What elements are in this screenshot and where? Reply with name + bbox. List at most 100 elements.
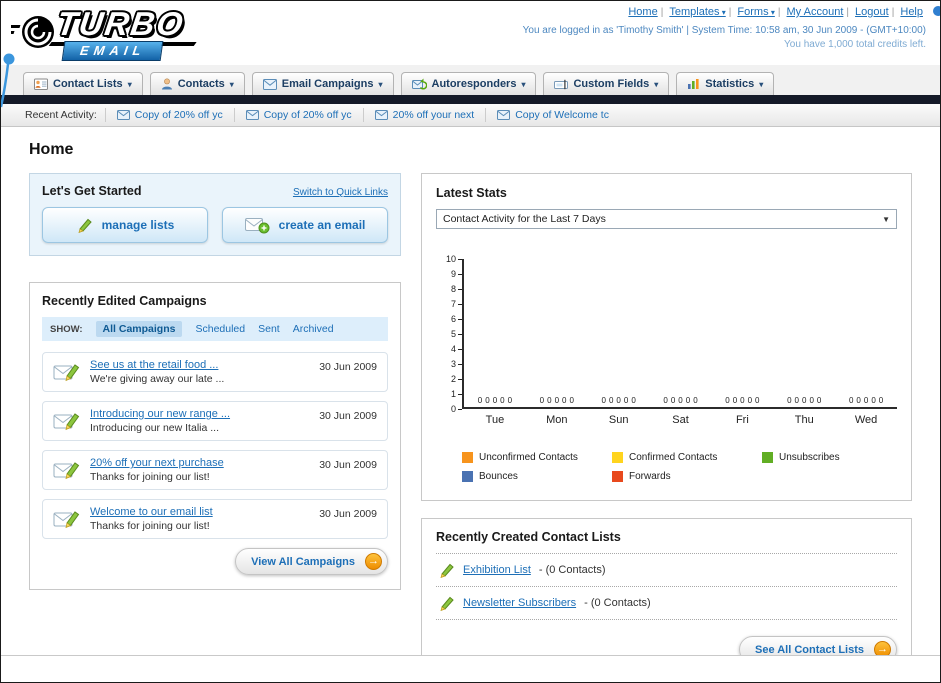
- recent-activity-bar: Recent Activity: Copy of 20% off yc Copy…: [1, 104, 940, 127]
- chart-y-axis: 0 1 2 3 4 5 6 7 8 9 10: [442, 254, 462, 414]
- top-link-templates[interactable]: Templates: [669, 6, 725, 18]
- get-started-title: Let's Get Started: [42, 184, 142, 198]
- tab-label: Contact Lists: [53, 78, 123, 90]
- app-logo[interactable]: TURBO EMAIL: [11, 5, 261, 63]
- manage-lists-button[interactable]: manage lists: [42, 207, 208, 243]
- top-link-home[interactable]: Home: [628, 6, 657, 18]
- chart-legend: Unconfirmed Contacts Confirmed Contacts Un…: [462, 452, 922, 482]
- tab-statistics[interactable]: Statistics ▾: [676, 72, 775, 95]
- legend-item: Confirmed Contacts: [612, 452, 762, 463]
- top-link-help[interactable]: Help: [900, 6, 923, 18]
- recent-activity-item[interactable]: 20% off your next: [362, 108, 486, 122]
- logo-text: TURBO: [54, 5, 187, 42]
- arrow-right-icon: →: [365, 553, 382, 570]
- recent-activity-link[interactable]: Copy of 20% off yc: [264, 109, 352, 121]
- contact-list-row[interactable]: Newsletter Subscribers - (0 Contacts): [436, 587, 897, 620]
- manage-lists-label: manage lists: [101, 218, 175, 232]
- separator: |: [777, 7, 781, 18]
- tab-label: Statistics: [705, 78, 755, 90]
- campaign-title-link[interactable]: See us at the retail food ...: [90, 359, 309, 371]
- switch-quick-links-link[interactable]: Switch to Quick Links: [293, 187, 388, 198]
- campaign-item[interactable]: 20% off your next purchase Thanks for jo…: [42, 450, 388, 490]
- filter-sent[interactable]: Sent: [258, 323, 280, 335]
- chart-x-labels: Tue Mon Sun Sat Fri Thu Wed: [485, 414, 878, 426]
- tab-email-campaigns[interactable]: Email Campaigns ▾: [251, 72, 394, 95]
- top-link-my-account[interactable]: My Account: [787, 6, 844, 18]
- recent-activity-link[interactable]: Copy of 20% off yc: [135, 109, 223, 121]
- main-tab-bar: Contact Lists ▾ Contacts ▾ Email Campaig…: [1, 65, 940, 95]
- filter-all-campaigns[interactable]: All Campaigns: [95, 321, 183, 337]
- tab-label: Email Campaigns: [281, 78, 374, 90]
- chevron-down-icon: ▼: [882, 214, 890, 224]
- view-all-campaigns-button[interactable]: View All Campaigns →: [235, 548, 388, 575]
- tab-autoresponders[interactable]: Autoresponders ▾: [400, 72, 537, 95]
- create-email-button[interactable]: create an email: [222, 207, 388, 243]
- legend-item: Forwards: [612, 471, 762, 482]
- latest-stats-title: Latest Stats: [436, 186, 507, 200]
- app-window: TURBO EMAIL Home| Templates| Forms| My A…: [0, 0, 941, 683]
- recent-activity-item[interactable]: Copy of 20% off yc: [233, 108, 363, 122]
- recent-activity-link[interactable]: 20% off your next: [393, 109, 475, 121]
- campaign-item[interactable]: Introducing our new range ... Introducin…: [42, 401, 388, 441]
- campaign-title-link[interactable]: Introducing our new range ...: [90, 408, 309, 420]
- edit-campaign-icon: [53, 363, 80, 381]
- separator: |: [660, 7, 664, 18]
- contact-list-rows: Exhibition List - (0 Contacts) Newslette…: [436, 553, 897, 620]
- stats-period-value: Contact Activity for the Last 7 Days: [443, 213, 606, 225]
- top-link-forms[interactable]: Forms: [737, 6, 774, 18]
- contact-list-row[interactable]: Exhibition List - (0 Contacts): [436, 554, 897, 587]
- recent-activity-item[interactable]: Copy of Welcome tc: [485, 108, 620, 122]
- campaign-title-link[interactable]: Welcome to our email list: [90, 506, 309, 518]
- tab-contacts[interactable]: Contacts ▾: [149, 72, 245, 95]
- tab-custom-fields[interactable]: Custom Fields ▾: [543, 72, 670, 95]
- contact-list-link[interactable]: Exhibition List: [463, 564, 531, 576]
- campaign-filter-bar: SHOW: All Campaigns Scheduled Sent Archi…: [42, 317, 388, 341]
- corner-dot: [933, 6, 940, 16]
- statistics-icon: [688, 79, 699, 89]
- footer: [1, 655, 940, 682]
- legend-item: Unconfirmed Contacts: [462, 452, 612, 463]
- pencil-icon: [78, 218, 92, 233]
- contact-activity-chart: 0 1 2 3 4 5 6 7 8 9 10 000000000000000000000000000…: [436, 254, 897, 482]
- contact-list-detail: - (0 Contacts): [538, 564, 606, 576]
- envelope-icon: [262, 78, 277, 90]
- filter-archived[interactable]: Archived: [293, 323, 334, 335]
- envelope-plus-icon: [244, 218, 270, 234]
- balloon-tail-decoration: [1, 53, 15, 108]
- campaign-subtitle: Thanks for joining our list!: [90, 520, 210, 532]
- show-label: SHOW:: [50, 323, 83, 335]
- stats-period-select[interactable]: Contact Activity for the Last 7 Days ▼: [436, 209, 897, 229]
- campaign-title-link[interactable]: 20% off your next purchase: [90, 457, 309, 469]
- campaign-item[interactable]: See us at the retail food ... We're givi…: [42, 352, 388, 392]
- separator: |: [891, 7, 895, 18]
- pencil-icon: [440, 596, 454, 611]
- chart-plot-groups: 00000000000000000000000000000000000: [477, 396, 884, 405]
- envelope-icon: [245, 110, 259, 120]
- campaign-date: 30 Jun 2009: [319, 508, 377, 520]
- separator: |: [728, 7, 732, 18]
- separator: |: [846, 7, 849, 18]
- nav-underline-bar: [1, 95, 940, 104]
- campaign-date: 30 Jun 2009: [319, 410, 377, 422]
- envelope-icon: [116, 110, 130, 120]
- contact-lists-title: Recently Created Contact Lists: [436, 530, 621, 544]
- page-title: Home: [29, 141, 74, 158]
- envelope-icon: [497, 110, 511, 120]
- latest-stats-panel: Latest Stats Contact Activity for the La…: [421, 173, 912, 501]
- recent-activity-item[interactable]: Copy of 20% off yc: [104, 108, 234, 122]
- envelope-icon: [374, 110, 388, 120]
- recent-activity-link[interactable]: Copy of Welcome tc: [515, 109, 609, 121]
- campaign-item[interactable]: Welcome to our email list Thanks for joi…: [42, 499, 388, 539]
- edit-campaign-icon: [53, 461, 80, 479]
- top-link-logout[interactable]: Logout: [855, 6, 889, 18]
- get-started-panel: Let's Get Started Switch to Quick Links …: [29, 173, 401, 256]
- pencil-icon: [440, 563, 454, 578]
- tab-contact-lists[interactable]: Contact Lists ▾: [23, 72, 143, 95]
- campaign-subtitle: We're giving away our late ...: [90, 373, 225, 385]
- contact-list-link[interactable]: Newsletter Subscribers: [463, 597, 576, 609]
- filter-scheduled[interactable]: Scheduled: [195, 323, 245, 335]
- view-all-campaigns-label: View All Campaigns: [251, 555, 355, 568]
- tab-label: Custom Fields: [573, 78, 650, 90]
- recently-created-contact-lists-panel: Recently Created Contact Lists Exhibitio…: [421, 518, 912, 678]
- legend-item: Unsubscribes: [762, 452, 912, 463]
